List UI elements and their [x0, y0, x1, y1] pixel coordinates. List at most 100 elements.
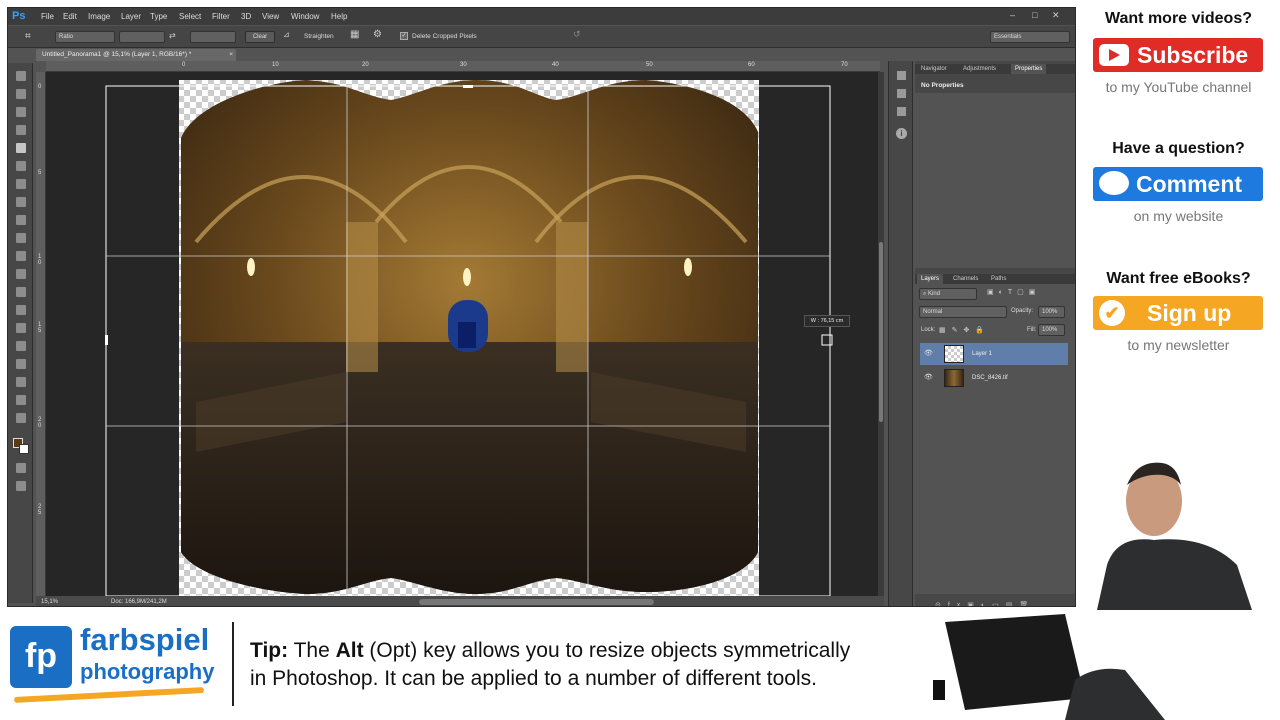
tab-channels[interactable]: Channels [949, 274, 982, 284]
ratio-height-field[interactable] [190, 31, 236, 43]
crop-tool-active-icon[interactable] [16, 143, 26, 153]
swap-icon[interactable]: ⇄ [169, 31, 176, 40]
grid-overlay-icon[interactable]: ▦ [350, 29, 359, 40]
tab-navigator[interactable]: Navigator [917, 64, 951, 74]
workspace-select[interactable]: Essentials [990, 31, 1070, 43]
layer-row[interactable]: 👁 DSC_8426.tif [920, 367, 1068, 389]
layer-name[interactable]: Layer 1 [972, 343, 992, 365]
histogram-panel-icon[interactable] [897, 107, 906, 116]
zoom-level[interactable]: 15,1% [41, 596, 58, 606]
signup-button[interactable]: ✔ Sign up [1093, 296, 1263, 330]
filter-icons[interactable]: ▣◐T▢▣ [987, 288, 1040, 296]
menu-layer[interactable]: Layer [121, 12, 141, 21]
brush-tool-icon[interactable] [16, 197, 26, 207]
menu-window[interactable]: Window [291, 12, 319, 21]
reset-icon[interactable]: ↺ [573, 29, 581, 40]
quick-select-tool-icon[interactable] [16, 125, 26, 135]
menu-view[interactable]: View [262, 12, 279, 21]
kind-filter-select[interactable]: ⌕ Kind [919, 288, 977, 300]
maximize-icon[interactable]: □ [1032, 10, 1037, 20]
eye-icon[interactable]: 👁 [924, 343, 933, 365]
ratio-select[interactable]: Ratio [55, 31, 115, 43]
menu-select[interactable]: Select [179, 12, 201, 21]
youtube-play-icon [1099, 44, 1129, 66]
ruler-h-label: 60 [748, 62, 755, 68]
type-tool-icon[interactable] [16, 341, 26, 351]
healing-brush-tool-icon[interactable] [16, 179, 26, 189]
marquee-tool-icon[interactable] [16, 89, 26, 99]
menu-filter[interactable]: Filter [212, 12, 230, 21]
pen-tool-icon[interactable] [16, 323, 26, 333]
subscribe-button[interactable]: Subscribe [1093, 38, 1263, 72]
ruler-v-label: 1 0 [38, 254, 42, 266]
clear-button[interactable]: Clear [245, 31, 275, 43]
blend-mode-select[interactable]: Normal [919, 306, 1007, 318]
crop-handle-top[interactable] [463, 85, 473, 88]
lock-icons[interactable]: ▦✎✥🔒 [939, 326, 990, 334]
subscribe-subtext: to my YouTube channel [1105, 79, 1252, 95]
layer-row-selected[interactable]: 👁 Layer 1 [920, 343, 1068, 365]
vertical-scroll-thumb[interactable] [879, 242, 883, 422]
opacity-field[interactable]: 100% [1038, 306, 1065, 318]
delete-cropped-label[interactable]: Delete Cropped Pixels [412, 33, 477, 40]
menu-edit[interactable]: Edit [63, 12, 77, 21]
ratio-width-field[interactable] [119, 31, 165, 43]
layers-tab-bar: Layers Channels Paths [915, 274, 1075, 284]
hand-tool-icon[interactable] [16, 395, 26, 405]
panorama-canvas[interactable] [46, 72, 880, 596]
path-select-tool-icon[interactable] [16, 359, 26, 369]
crop-tool-icon[interactable]: ⌗ [25, 31, 31, 42]
info-icon[interactable]: i [896, 128, 907, 139]
brand-swoosh [13, 687, 205, 703]
layers-footer-icons[interactable]: ⊝fx▣◐▭▤🗑 [935, 601, 1035, 606]
gear-icon[interactable]: ⚙ [373, 29, 382, 40]
crop-handle-left[interactable] [105, 335, 108, 345]
options-bar: ⌗ Ratio ⇄ Clear ⊿ Straighten ▦ ⚙ ✓ Delet… [8, 26, 1075, 48]
dodge-tool-icon[interactable] [16, 305, 26, 315]
tab-paths[interactable]: Paths [987, 274, 1010, 284]
comment-button[interactable]: Comment [1093, 167, 1263, 201]
quick-mask-icon[interactable] [16, 463, 26, 473]
clone-stamp-tool-icon[interactable] [16, 215, 26, 225]
ebooks-heading: Want free eBooks? [1106, 270, 1251, 287]
tab-layers[interactable]: Layers [917, 274, 944, 284]
delete-cropped-checkbox[interactable]: ✓ [400, 32, 408, 40]
close-icon[interactable]: ✕ [1052, 10, 1060, 21]
menu-3d[interactable]: 3D [241, 12, 251, 21]
ruler-v-label: 1 5 [38, 322, 42, 334]
signup-label: Sign up [1147, 300, 1232, 326]
minimize-icon[interactable]: – [1010, 10, 1015, 20]
speech-bubble-icon [1099, 171, 1129, 195]
document-tab[interactable]: Untitled_Panorama1 @ 15,1% (Layer 1, RGB… [36, 49, 236, 61]
eraser-tool-icon[interactable] [16, 251, 26, 261]
vertical-scrollbar[interactable] [878, 72, 884, 596]
lasso-tool-icon[interactable] [16, 107, 26, 117]
menu-help[interactable]: Help [331, 12, 347, 21]
shape-tool-icon[interactable] [16, 377, 26, 387]
menu-type[interactable]: Type [150, 12, 167, 21]
tab-properties[interactable]: Properties [1011, 64, 1047, 74]
background-color-swatch[interactable] [19, 444, 29, 454]
horizontal-scroll-thumb[interactable] [419, 599, 654, 605]
canvas-area[interactable]: W : 76,15 cm [46, 72, 880, 596]
eye-icon[interactable]: 👁 [924, 367, 933, 389]
fill-field[interactable]: 100% [1038, 324, 1065, 336]
properties-panel-icon[interactable] [897, 89, 906, 98]
history-brush-tool-icon[interactable] [16, 233, 26, 243]
tab-adjustments[interactable]: Adjustments [959, 64, 1000, 74]
eyedropper-tool-icon[interactable] [16, 161, 26, 171]
straighten-label[interactable]: Straighten [304, 33, 334, 40]
move-tool-icon[interactable] [16, 71, 26, 81]
menu-file[interactable]: File [41, 12, 54, 21]
blur-tool-icon[interactable] [16, 287, 26, 297]
screen-mode-icon[interactable] [16, 481, 26, 491]
history-panel-icon[interactable] [897, 71, 906, 80]
layer-name[interactable]: DSC_8426.tif [972, 367, 1008, 389]
close-tab-icon[interactable]: × [229, 49, 233, 61]
gradient-tool-icon[interactable] [16, 269, 26, 279]
laptop-image [933, 614, 1165, 720]
straighten-icon[interactable]: ⊿ [283, 30, 290, 39]
zoom-tool-icon[interactable] [16, 413, 26, 423]
menu-image[interactable]: Image [88, 12, 110, 21]
doc-size[interactable]: Doc: 166,9M/241,2M [111, 596, 167, 606]
